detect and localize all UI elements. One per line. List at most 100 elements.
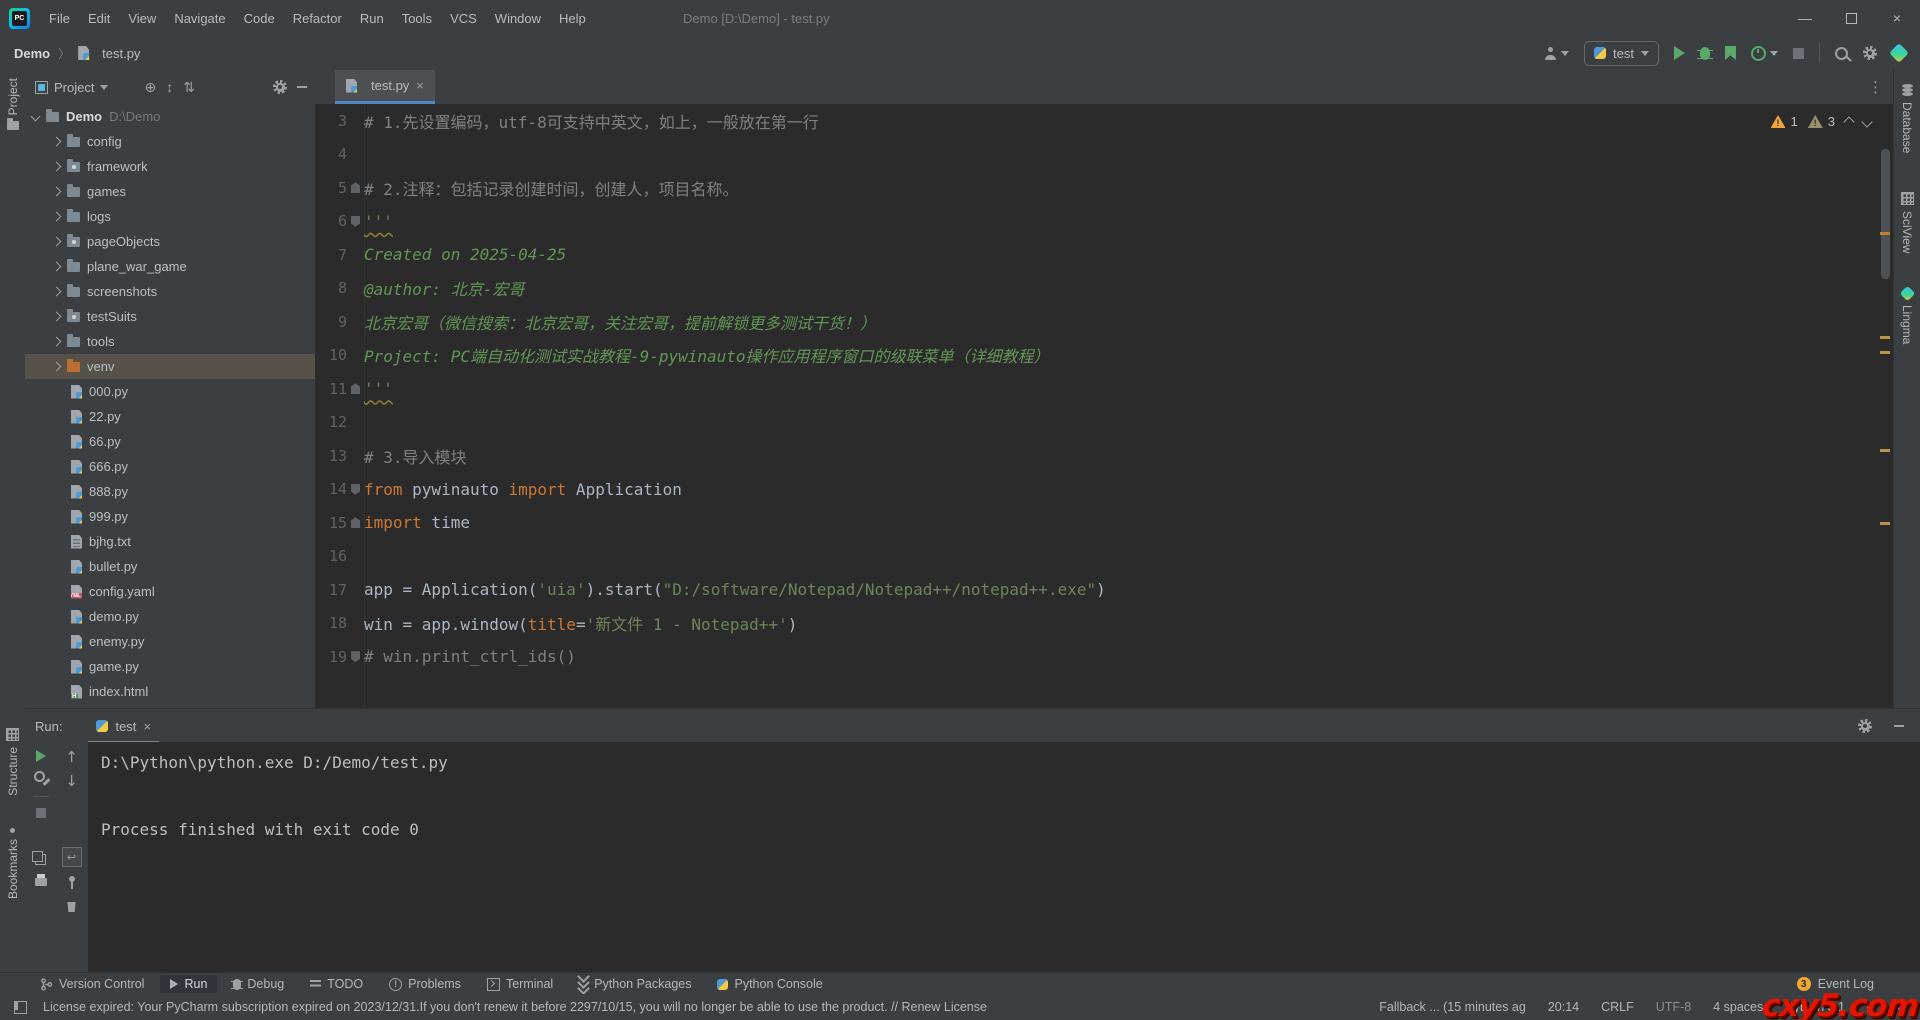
code-line[interactable]: 12	[315, 406, 1876, 440]
chevron-right-icon[interactable]	[52, 137, 62, 147]
run-config-settings-button[interactable]	[34, 771, 48, 785]
weak-warning-count[interactable]: 3	[1828, 114, 1835, 129]
tree-item[interactable]: demo.py	[25, 604, 315, 629]
indent-indicator[interactable]: 4 spaces	[1713, 1000, 1763, 1014]
code-line[interactable]: 11 '''	[315, 372, 1876, 406]
up-stack-trace-button[interactable]: ↑	[65, 750, 78, 765]
code-text[interactable]: @author: 北京-宏哥	[364, 276, 524, 300]
toolbar-debug[interactable]: Debug	[223, 975, 294, 993]
code-text[interactable]: # win.print_ctrl_ids()	[364, 647, 576, 666]
code-line[interactable]: 17 app = Application('uia').start("D:/so…	[315, 573, 1876, 607]
fold-marker-icon[interactable]	[351, 517, 360, 528]
close-tab-icon[interactable]: ×	[416, 79, 424, 92]
code-text[interactable]: import time	[364, 513, 470, 532]
collapse-all-button[interactable]: ⇅	[183, 80, 195, 94]
toolbar-python-console[interactable]: Python Console	[707, 975, 832, 993]
code-line[interactable]: 5 # 2.注释：包括记录创建时间，创建人，项目名称。	[315, 171, 1876, 205]
run-console-output[interactable]: D:\Python\python.exe D:/Demo/test.pyProc…	[88, 742, 1920, 972]
chevron-right-icon[interactable]	[52, 287, 62, 297]
code-line[interactable]: 14 from pywinauto import Application	[315, 473, 1876, 507]
code-text[interactable]: app = Application('uia').start("D:/softw…	[364, 580, 1106, 599]
fold-marker-icon[interactable]	[351, 484, 360, 495]
debug-button[interactable]	[1700, 47, 1710, 60]
fallback-status[interactable]: Fallback ... (15 minutes ag	[1379, 1000, 1526, 1014]
soft-wrap-toggle[interactable]: ↩	[62, 847, 82, 867]
fold-marker-icon[interactable]	[351, 182, 360, 193]
menu-item[interactable]: Run	[351, 11, 393, 26]
down-stack-trace-button[interactable]: ↓	[65, 774, 78, 789]
scrollbar-mark[interactable]	[1880, 522, 1890, 525]
editor-tab-testpy[interactable]: test.py ×	[335, 70, 435, 104]
code-text[interactable]: from pywinauto import Application	[364, 480, 682, 499]
stripe-sciview-button[interactable]: SciView	[1894, 192, 1920, 253]
code-line[interactable]: 13 # 3.导入模块	[315, 439, 1876, 473]
settings-button[interactable]	[1863, 46, 1877, 60]
lingma-icon[interactable]	[1889, 43, 1909, 63]
locate-file-button[interactable]: ⊕	[144, 80, 156, 94]
menu-item[interactable]: Tools	[393, 11, 441, 26]
menu-item[interactable]: Refactor	[284, 11, 351, 26]
chevron-right-icon[interactable]	[52, 262, 62, 272]
tree-item[interactable]: game.py	[25, 654, 315, 679]
line-ending-indicator[interactable]: CRLF	[1601, 1000, 1634, 1014]
tree-item[interactable]: screenshots	[25, 279, 315, 304]
code-text[interactable]: # 2.注释：包括记录创建时间，创建人，项目名称。	[364, 176, 739, 200]
tree-item[interactable]: pageObjects	[25, 229, 315, 254]
run-tab-test[interactable]: test ×	[88, 709, 159, 743]
chevron-right-icon[interactable]	[52, 237, 62, 247]
run-config-select[interactable]: test	[1584, 41, 1659, 66]
tree-item[interactable]: testSuits	[25, 304, 315, 329]
code-line[interactable]: 4	[315, 138, 1876, 172]
tree-item[interactable]: plane_war_game	[25, 254, 315, 279]
menu-item[interactable]: Navigate	[165, 11, 234, 26]
toolbar-version-control[interactable]: Version Control	[30, 975, 154, 993]
code-line[interactable]: 19 # win.print_ctrl_ids()	[315, 640, 1876, 674]
chevron-down-icon[interactable]	[31, 112, 41, 122]
menu-item[interactable]: View	[119, 11, 165, 26]
tree-item[interactable]: games	[25, 179, 315, 204]
stripe-project-button[interactable]: Project	[0, 78, 25, 130]
code-text[interactable]: # 1.先设置编码，utf-8可支持中英文，如上，一般放在第一行	[364, 109, 819, 133]
code-text[interactable]: win = app.window(title='新文件 1 - Notepad+…	[364, 611, 797, 635]
warning-count[interactable]: 1	[1791, 114, 1798, 129]
toolbar-todo[interactable]: TODO	[300, 975, 373, 993]
scrollbar-thumb[interactable]	[1881, 149, 1890, 279]
breadcrumb-project[interactable]: Demo	[14, 46, 50, 61]
project-view-selector[interactable]: Project	[54, 80, 108, 95]
fold-marker-icon[interactable]	[351, 216, 360, 227]
tree-item[interactable]: logs	[25, 204, 315, 229]
hide-run-panel-button[interactable]	[1894, 725, 1904, 727]
run-settings-button[interactable]	[1858, 719, 1872, 733]
code-text[interactable]: Created on 2025-04-25	[364, 245, 566, 264]
stop-button[interactable]	[1793, 48, 1804, 59]
tree-item[interactable]: venv	[25, 354, 315, 379]
breadcrumb-file[interactable]: test.py	[102, 46, 140, 61]
code-text[interactable]: Project: PC端自动化测试实战教程-9-pywinauto操作应用程序窗…	[364, 343, 1050, 367]
profiler-button[interactable]	[1751, 46, 1778, 61]
tree-item[interactable]: tools	[25, 329, 315, 354]
chevron-right-icon[interactable]	[52, 337, 62, 347]
user-dropdown[interactable]	[1544, 47, 1569, 60]
code-text[interactable]: '''	[364, 212, 393, 231]
minimize-button[interactable]: —	[1782, 0, 1828, 36]
expand-all-button[interactable]: ↕	[166, 80, 173, 94]
panel-settings-button[interactable]	[273, 80, 287, 94]
code-line[interactable]: 7 Created on 2025-04-25	[315, 238, 1876, 272]
chevron-right-icon[interactable]	[52, 312, 62, 322]
menu-item[interactable]: VCS	[441, 11, 486, 26]
code-line[interactable]: 8 @author: 北京-宏哥	[315, 272, 1876, 306]
tree-item[interactable]: 888.py	[25, 479, 315, 504]
tree-item[interactable]: Demo D:\Demo	[25, 104, 315, 129]
code-text[interactable]: '''	[364, 379, 393, 398]
tree-item[interactable]: config.yaml	[25, 579, 315, 604]
code-line[interactable]: 15 import time	[315, 506, 1876, 540]
menu-item[interactable]: Edit	[79, 11, 119, 26]
tree-item[interactable]: index.html	[25, 679, 315, 704]
license-message[interactable]: License expired: Your PyCharm subscripti…	[43, 1000, 987, 1014]
rerun-button[interactable]	[36, 750, 46, 762]
stripe-bookmarks-button[interactable]: Bookmarks	[0, 828, 25, 899]
menu-item[interactable]: File	[40, 11, 79, 26]
stripe-structure-button[interactable]: Structure	[0, 728, 25, 796]
print-button[interactable]	[35, 878, 47, 886]
toolbar-problems[interactable]: ! Problems	[379, 975, 471, 993]
